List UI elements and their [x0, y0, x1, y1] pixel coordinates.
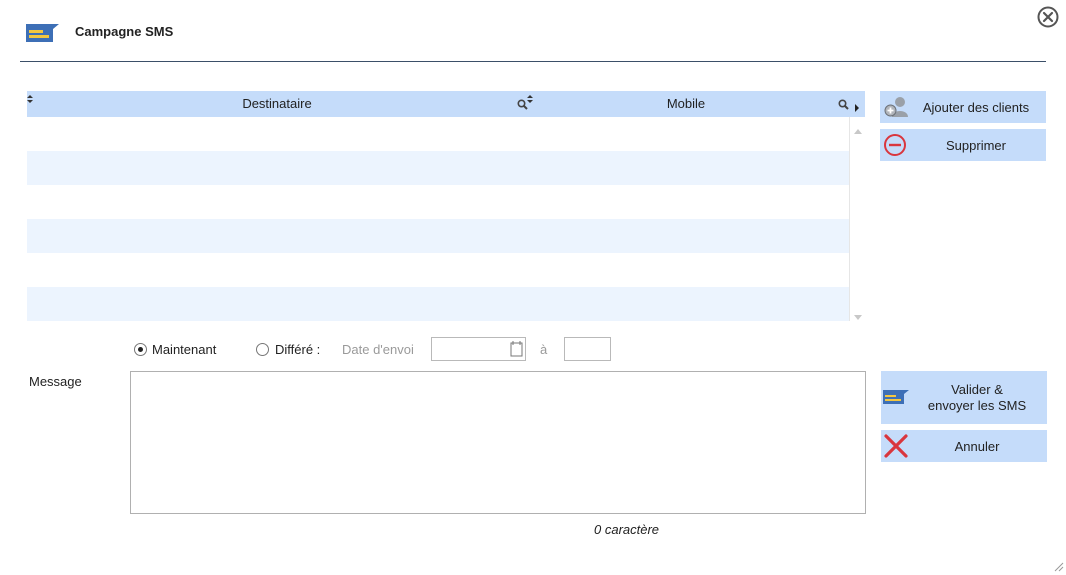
dialog-title: Campagne SMS — [75, 24, 174, 39]
close-icon[interactable] — [1037, 6, 1059, 28]
column-header-destinataire[interactable]: Destinataire — [27, 91, 527, 117]
table-row[interactable] — [27, 117, 849, 151]
now-radio[interactable] — [134, 343, 147, 356]
sms-logo-icon — [26, 23, 60, 43]
sms-icon — [883, 389, 910, 405]
calendar-icon[interactable] — [510, 341, 523, 357]
radio-button[interactable] — [256, 343, 269, 356]
validate-label-line2: envoyer les SMS — [927, 398, 1027, 413]
add-user-icon — [883, 95, 909, 119]
cancel-x-icon — [884, 434, 908, 458]
at-label: à — [540, 342, 548, 357]
deferred-radio[interactable] — [256, 343, 269, 356]
grid-header: Destinataire Mobile — [27, 91, 865, 117]
search-icon[interactable] — [838, 98, 849, 110]
table-row[interactable] — [27, 219, 849, 253]
add-clients-label: Ajouter des clients — [922, 100, 1030, 115]
delete-label: Supprimer — [946, 138, 1006, 153]
scroll-down-arrow-icon[interactable] — [854, 309, 862, 324]
add-clients-button[interactable]: Ajouter des clients — [880, 91, 1046, 123]
delete-button[interactable]: Supprimer — [880, 129, 1046, 161]
radio-button-selected[interactable] — [134, 343, 147, 356]
cancel-button[interactable]: Annuler — [881, 430, 1047, 462]
column-header-mobile[interactable]: Mobile — [533, 91, 839, 117]
send-time-input[interactable] — [564, 337, 611, 361]
table-row[interactable] — [27, 151, 849, 185]
deferred-label[interactable]: Différé : — [275, 342, 320, 357]
cancel-label: Annuler — [954, 439, 1000, 454]
message-textarea[interactable] — [130, 371, 866, 514]
character-counter: 0 caractère — [594, 522, 660, 537]
validate-label-line1: Valider & — [951, 382, 1003, 397]
now-label[interactable]: Maintenant — [152, 342, 216, 357]
table-row[interactable] — [27, 253, 849, 287]
table-row[interactable] — [27, 185, 849, 219]
send-date-input[interactable] — [431, 337, 526, 361]
table-row[interactable] — [27, 287, 849, 321]
send-date-label: Date d'envoi — [342, 342, 414, 357]
scroll-up-arrow-icon[interactable] — [854, 122, 862, 137]
minus-circle-icon — [883, 133, 907, 157]
title-divider — [20, 61, 1046, 62]
grid-vertical-scrollbar[interactable] — [849, 117, 866, 321]
validate-send-button[interactable]: Valider & envoyer les SMS — [881, 371, 1047, 424]
resize-grip-icon[interactable] — [1052, 560, 1064, 572]
message-label: Message — [29, 374, 82, 389]
column-menu-arrow-icon[interactable] — [855, 100, 860, 112]
